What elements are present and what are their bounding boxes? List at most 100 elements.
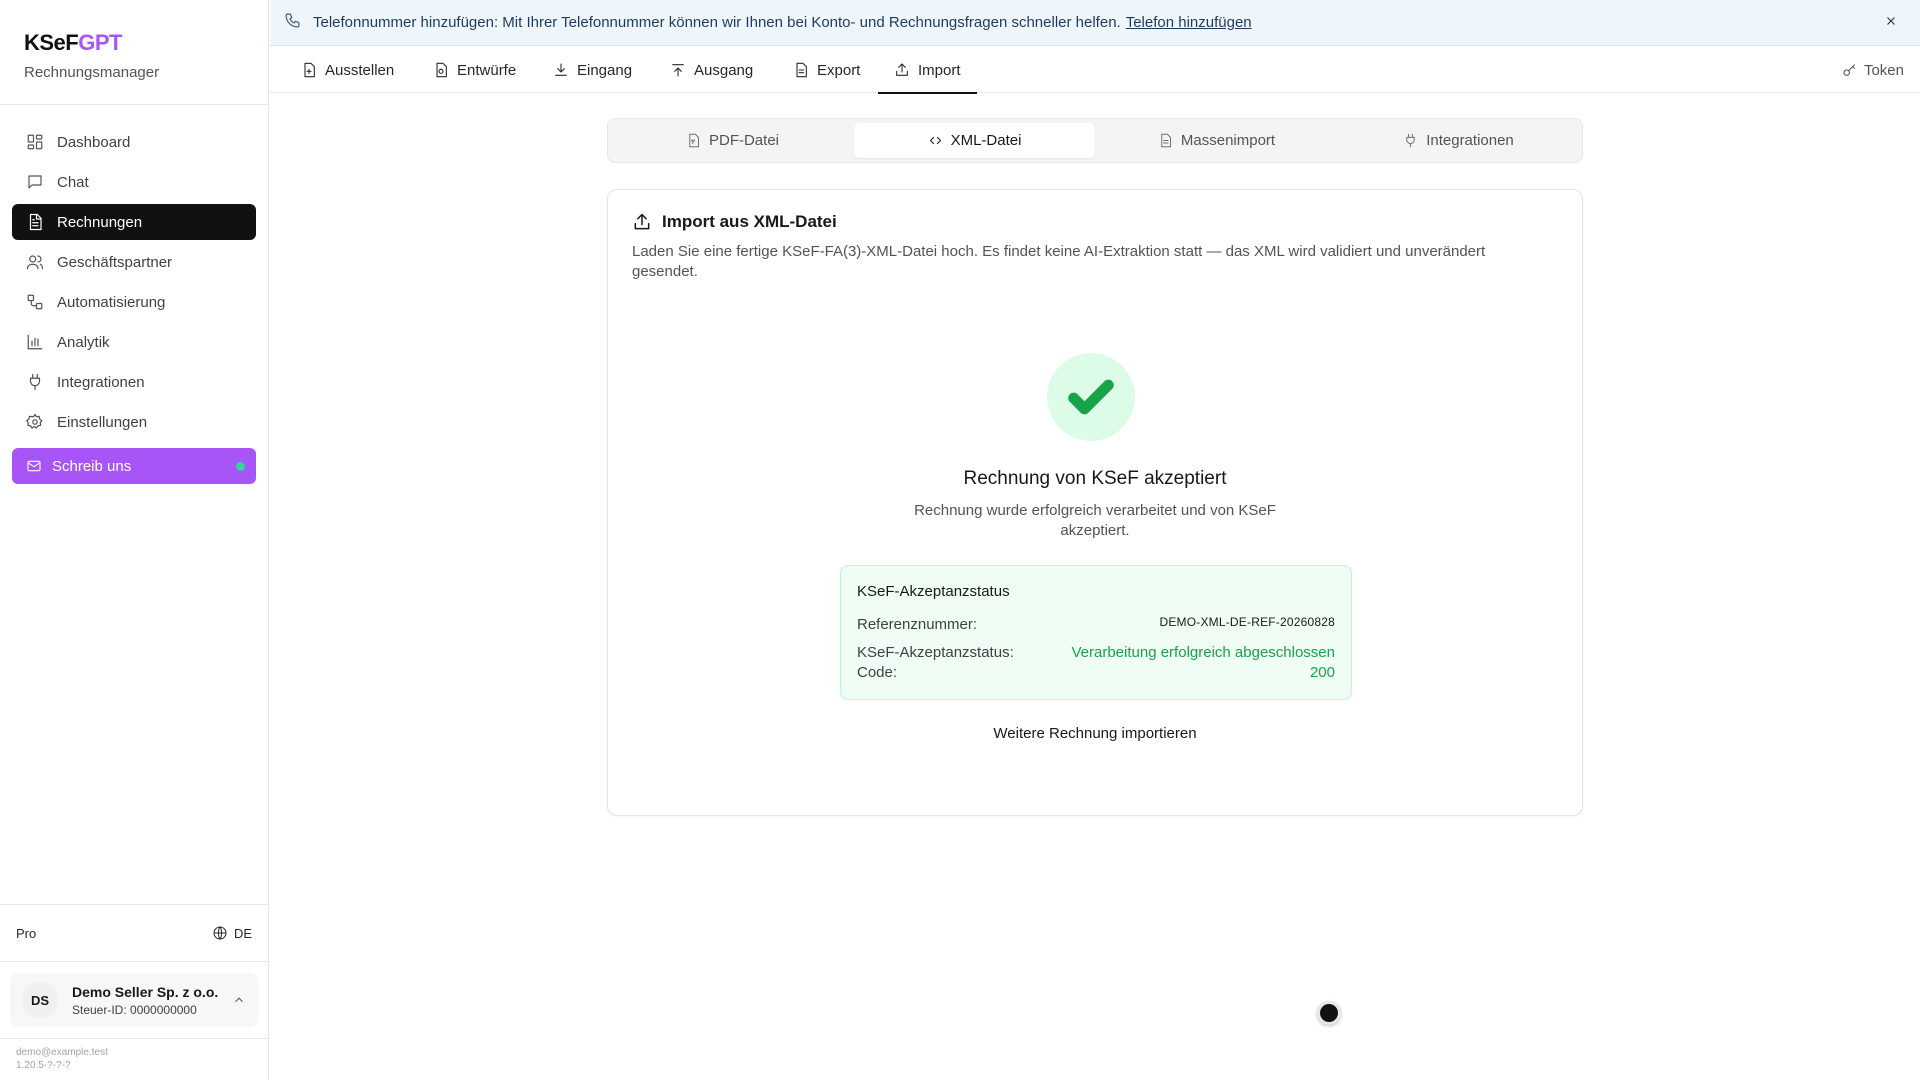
- online-status-dot: [236, 462, 245, 471]
- brand-subtitle: Rechnungsmanager: [24, 64, 160, 81]
- card-description: Laden Sie eine fertige KSeF-FA(3)-XML-Da…: [632, 243, 1486, 280]
- sidebar-item-geschaeftspartner[interactable]: Geschäftspartner: [12, 244, 256, 280]
- write-us-button[interactable]: Schreib uns: [12, 448, 256, 484]
- tab-label: Ausstellen: [325, 61, 395, 79]
- floating-indicator: [1317, 1001, 1341, 1025]
- ksef-status-box: KSeF-Akzeptanzstatus Referenznummer: DEM…: [840, 565, 1352, 700]
- account-tax-id: Steuer-ID: 0000000000: [72, 1002, 197, 1017]
- chevron-up-icon: [232, 993, 246, 1007]
- tab-label: Ausgang: [694, 61, 754, 79]
- phone-icon: [284, 12, 313, 33]
- tab-label: Import: [918, 61, 961, 79]
- account-switcher[interactable]: DS Demo Seller Sp. z o.o. Steuer-ID: 000…: [10, 973, 258, 1027]
- sidebar-divider: [0, 904, 268, 905]
- check-icon: [1068, 379, 1114, 415]
- bar-chart-icon: [25, 332, 45, 352]
- mail-icon: [24, 456, 44, 476]
- sidebar-item-label: Dashboard: [57, 133, 131, 151]
- sidebar-item-dashboard[interactable]: Dashboard: [12, 124, 256, 160]
- status-box-title: KSeF-Akzeptanzstatus: [857, 583, 1010, 600]
- brand[interactable]: KSeFGPT Rechnungsmanager: [24, 30, 159, 81]
- code-value: 200: [1309, 664, 1335, 681]
- tab-pdf-datei[interactable]: PDF-Datei: [612, 123, 853, 158]
- sidebar-nav: Dashboard Chat Rechnungen Geschäftspartn…: [12, 124, 256, 488]
- tab-integrationen[interactable]: Integrationen: [1338, 123, 1579, 158]
- reference-label: Referenznummer:: [857, 616, 978, 633]
- xml-import-card: Import aus XML-Datei Laden Sie eine fert…: [607, 189, 1583, 816]
- plug-icon: [1406, 133, 1415, 148]
- token-button[interactable]: Token: [1842, 47, 1904, 93]
- sidebar-item-label: Automatisierung: [57, 293, 166, 311]
- workflow-icon: [25, 292, 45, 312]
- dashboard-icon: [25, 132, 45, 152]
- tab-massenimport[interactable]: Massenimport: [1096, 123, 1337, 158]
- account-name: Demo Seller Sp. z o.o.: [72, 983, 219, 1000]
- tab-label: Entwürfe: [457, 61, 517, 79]
- card-title: Import aus XML-Datei: [632, 212, 837, 232]
- users-icon: [25, 252, 45, 272]
- add-phone-link[interactable]: Telefon hinzufügen: [1126, 14, 1252, 31]
- pdf-file-icon: [689, 133, 699, 148]
- result-description: Rechnung wurde erfolgreich verarbeitet u…: [914, 502, 1276, 539]
- tab-label: XML-Datei: [950, 132, 1022, 149]
- tab-import[interactable]: Import: [878, 47, 976, 94]
- import-icon: [896, 63, 908, 76]
- tab-xml-datei[interactable]: XML-Datei: [854, 123, 1095, 158]
- phone-banner: Telefonnummer hinzufügen: Mit Ihrer Tele…: [270, 0, 1920, 46]
- file-plus-icon: [304, 62, 315, 78]
- sidebar-item-einstellungen[interactable]: Einstellungen: [12, 404, 256, 440]
- tab-label: Eingang: [577, 61, 633, 79]
- import-source-tabs: PDF-Datei XML-Datei Massenimport Integra…: [607, 118, 1583, 163]
- close-icon: [1887, 17, 1895, 25]
- success-indicator: [1047, 353, 1135, 441]
- sidebar-item-label: Integrationen: [57, 373, 145, 391]
- sidebar-item-label: Geschäftspartner: [57, 253, 173, 271]
- sidebar-divider: [0, 961, 268, 962]
- file-text-icon: [796, 62, 807, 78]
- import-another-button[interactable]: Weitere Rechnung importieren: [608, 725, 1582, 742]
- sidebar-divider: [0, 1038, 268, 1039]
- app-version: 1.20.5-?-?-?: [16, 1060, 71, 1071]
- sidebar-item-integrationen[interactable]: Integrationen: [12, 364, 256, 400]
- upload-icon: [634, 213, 650, 230]
- tab-ausstellen[interactable]: Ausstellen: [301, 47, 394, 93]
- tab-entwuerfe[interactable]: Entwürfe: [433, 47, 516, 93]
- sidebar-item-label: Rechnungen: [57, 213, 143, 231]
- sidebar-divider: [0, 104, 268, 105]
- status-value: Verarbeitung erfolgreich abgeschlossen: [1071, 644, 1335, 661]
- chat-icon: [25, 172, 45, 192]
- reference-value: DEMO-XML-DE-REF-20260828: [1159, 615, 1335, 629]
- sidebar-item-analytik[interactable]: Analytik: [12, 324, 256, 360]
- tab-ausgang[interactable]: Ausgang: [670, 47, 753, 93]
- tab-eingang[interactable]: Eingang: [553, 47, 632, 93]
- plan-row: Pro DE: [16, 922, 252, 944]
- user-email: demo@example.test: [16, 1047, 108, 1058]
- sidebar-item-chat[interactable]: Chat: [12, 164, 256, 200]
- card-title-text: Import aus XML-Datei: [662, 212, 837, 231]
- tab-label: Export: [817, 61, 861, 79]
- close-banner-button[interactable]: [1884, 14, 1900, 30]
- sidebar-item-rechnungen[interactable]: Rechnungen: [12, 204, 256, 240]
- tab-label: Integrationen: [1426, 132, 1514, 149]
- code-label: Code:: [857, 664, 898, 681]
- upload-icon: [672, 64, 684, 77]
- key-icon: [1843, 64, 1856, 76]
- plug-icon: [25, 372, 45, 392]
- sidebar-item-automatisierung[interactable]: Automatisierung: [12, 284, 256, 320]
- language-switcher[interactable]: DE: [212, 925, 252, 941]
- status-label: KSeF-Akzeptanzstatus:: [857, 644, 1014, 661]
- avatar: DS: [22, 982, 58, 1018]
- download-icon: [555, 63, 567, 76]
- tab-label: Massenimport: [1180, 132, 1276, 149]
- draft-icon: [436, 62, 447, 78]
- tab-export[interactable]: Export: [793, 47, 860, 93]
- brand-logo[interactable]: KSeFGPT: [24, 30, 159, 56]
- sidebar-item-label: Einstellungen: [57, 413, 148, 431]
- language-label: DE: [233, 925, 252, 941]
- plan-label: Pro: [16, 925, 37, 941]
- gear-icon: [25, 412, 45, 432]
- globe-icon: [213, 926, 227, 940]
- token-label: Token: [1863, 61, 1904, 79]
- code-icon: [929, 136, 941, 145]
- invoice-icon: [25, 212, 45, 232]
